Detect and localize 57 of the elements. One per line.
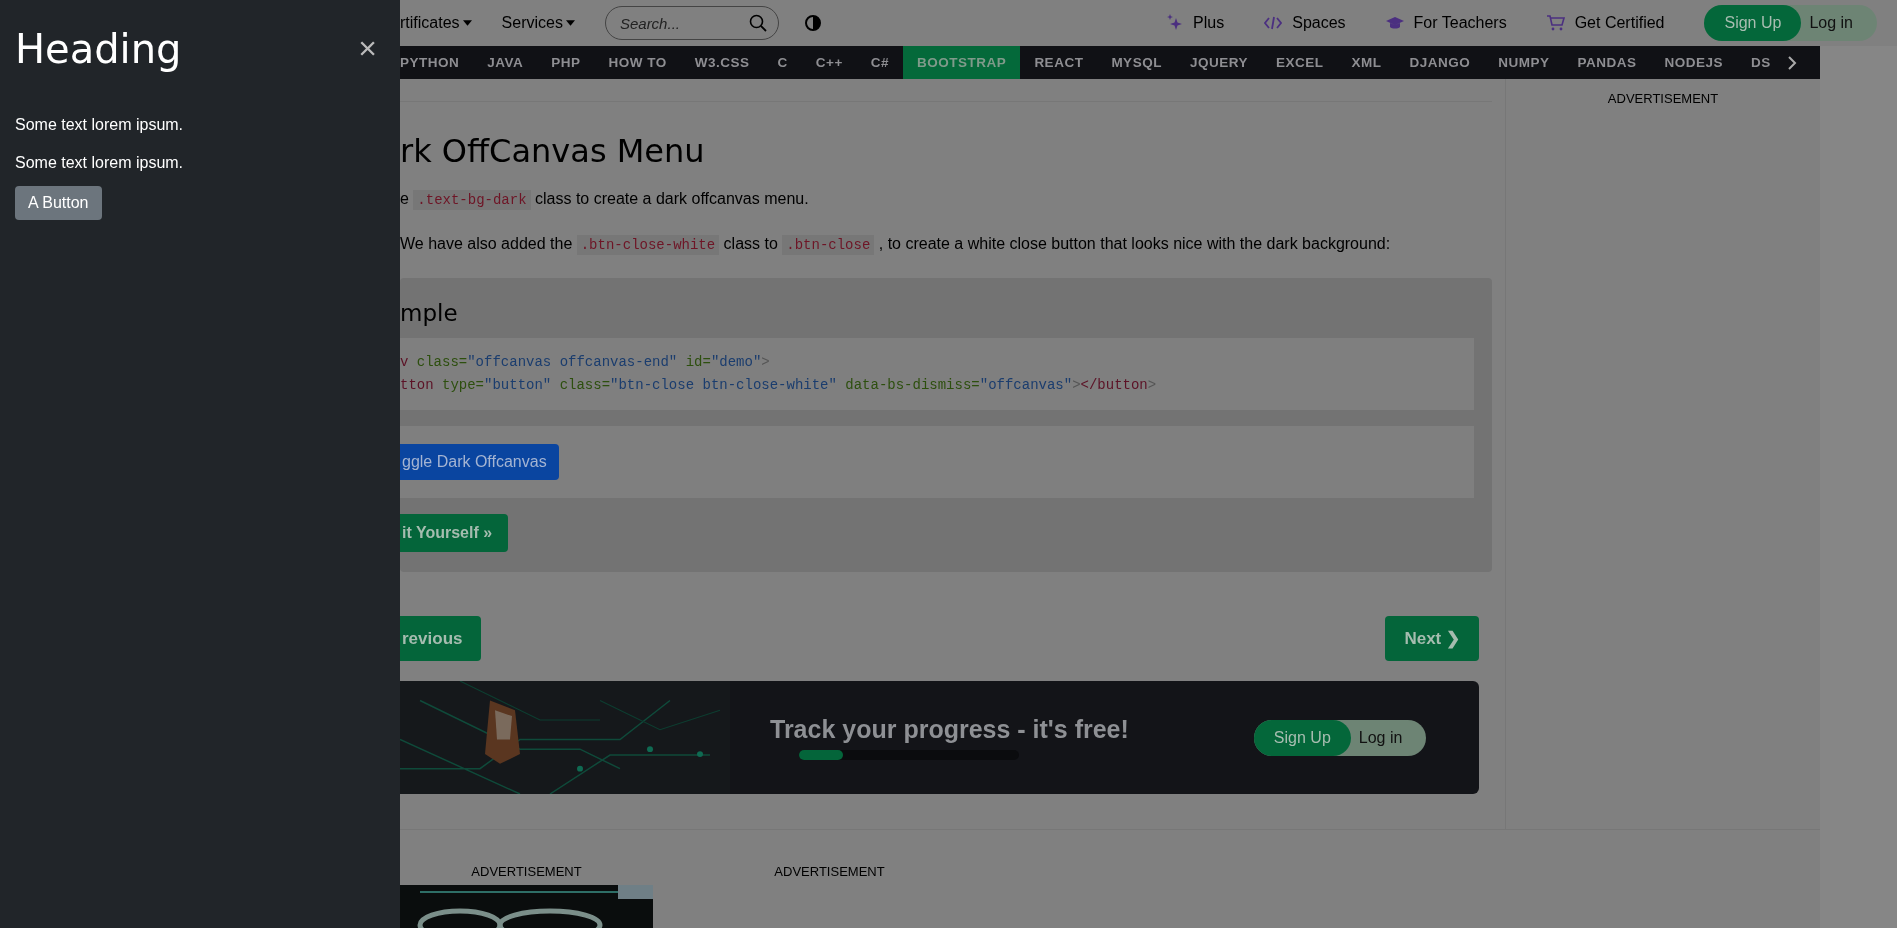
advertisement-label: ADVERTISEMENT — [1607, 90, 1719, 108]
paragraph: We have also added the .btn-close-white class to .btn-close , to create a white close button that looks nice with the dark background: — [400, 234, 1392, 256]
sign-up-button[interactable]: Sign Up — [1704, 5, 1802, 41]
nav-tab[interactable]: C++ — [801, 46, 857, 79]
nav-tab[interactable]: PANDAS — [1563, 46, 1651, 79]
menu-dropdown[interactable]: rtificates — [400, 14, 472, 32]
top-link[interactable]: Get Certified — [1546, 14, 1665, 32]
nav-tab[interactable]: NUMPY — [1484, 46, 1564, 79]
offcanvas-text: Some text lorem ipsum. — [15, 116, 185, 134]
search-field[interactable]: Search... — [604, 6, 779, 40]
caret-icon — [462, 20, 472, 26]
code-line: v class="offcanvas offcanvas-end" id="demo"> — [400, 353, 771, 372]
top-link[interactable]: Plus — [1167, 14, 1225, 32]
advertisement-label: ADVERTISEMENT — [774, 863, 885, 881]
nav-tab[interactable]: REACT — [1020, 46, 1098, 79]
nav-tab[interactable]: NODEJS — [1650, 46, 1737, 79]
try-it-button[interactable]: it Yourself » — [400, 514, 509, 552]
nav-tab[interactable]: PHP — [537, 46, 595, 79]
nav-tab[interactable]: PYTHON — [400, 46, 474, 79]
top-link[interactable]: For Teachers — [1385, 14, 1507, 32]
toggle-button[interactable]: ggle Dark Offcanvas — [400, 444, 559, 480]
next-button[interactable]: Next ❯ — [1385, 616, 1479, 661]
previous-button[interactable]: revious — [400, 616, 482, 661]
graduation-cap-icon — [1385, 16, 1404, 30]
sparkle-icon — [1167, 14, 1184, 32]
offcanvas-heading: Heading — [15, 26, 182, 72]
code-line: tton type="button" class="btn-close btn-close-white" data-bs-dismiss="offcanvas"></button> — [400, 376, 1158, 395]
chevron-right-icon[interactable] — [1786, 55, 1797, 70]
top-link[interactable]: Spaces — [1264, 14, 1346, 32]
sign-up-button[interactable]: Sign Up — [1253, 719, 1351, 756]
nav-tab[interactable]: JAVA — [473, 46, 538, 79]
nav-tab[interactable]: EXCEL — [1261, 46, 1338, 79]
cart-icon — [1546, 15, 1565, 31]
nav-tab[interactable]: XML — [1337, 46, 1396, 79]
menu-dropdown[interactable]: Services — [501, 14, 575, 32]
search-icon — [748, 14, 767, 32]
caret-icon — [565, 20, 575, 26]
nav-tab[interactable]: C# — [856, 46, 904, 79]
paragraph: e .text-bg-dark class to create a dark offcanvas menu. — [400, 189, 810, 211]
offcanvas-text: Some text lorem ipsum. — [15, 154, 185, 172]
nav-tab[interactable]: HOW TO — [594, 46, 681, 79]
example-heading: mple — [400, 300, 459, 326]
contrast-icon[interactable] — [804, 15, 821, 31]
code-icon — [1264, 16, 1283, 30]
log-in-button[interactable]: Log in — [1350, 719, 1427, 756]
offcanvas-button[interactable]: A Button — [15, 186, 102, 220]
nav-tab[interactable]: C — [763, 46, 802, 79]
nav-tab[interactable]: DS — [1737, 46, 1785, 79]
banner-title: Track your progress - it's free! — [770, 715, 1129, 744]
advertisement-label: ADVERTISEMENT — [471, 863, 582, 881]
close-button[interactable]: × — [350, 28, 385, 68]
nav-tab[interactable]: DJANGO — [1395, 46, 1485, 79]
nav-tab[interactable]: MYSQL — [1097, 46, 1176, 79]
nav-tab[interactable]: JQUERY — [1175, 46, 1262, 79]
log-in-button[interactable]: Log in — [1801, 5, 1877, 41]
nav-tab[interactable]: W3.CSS — [680, 46, 764, 79]
page-title: rk OffCanvas Menu — [400, 132, 706, 170]
